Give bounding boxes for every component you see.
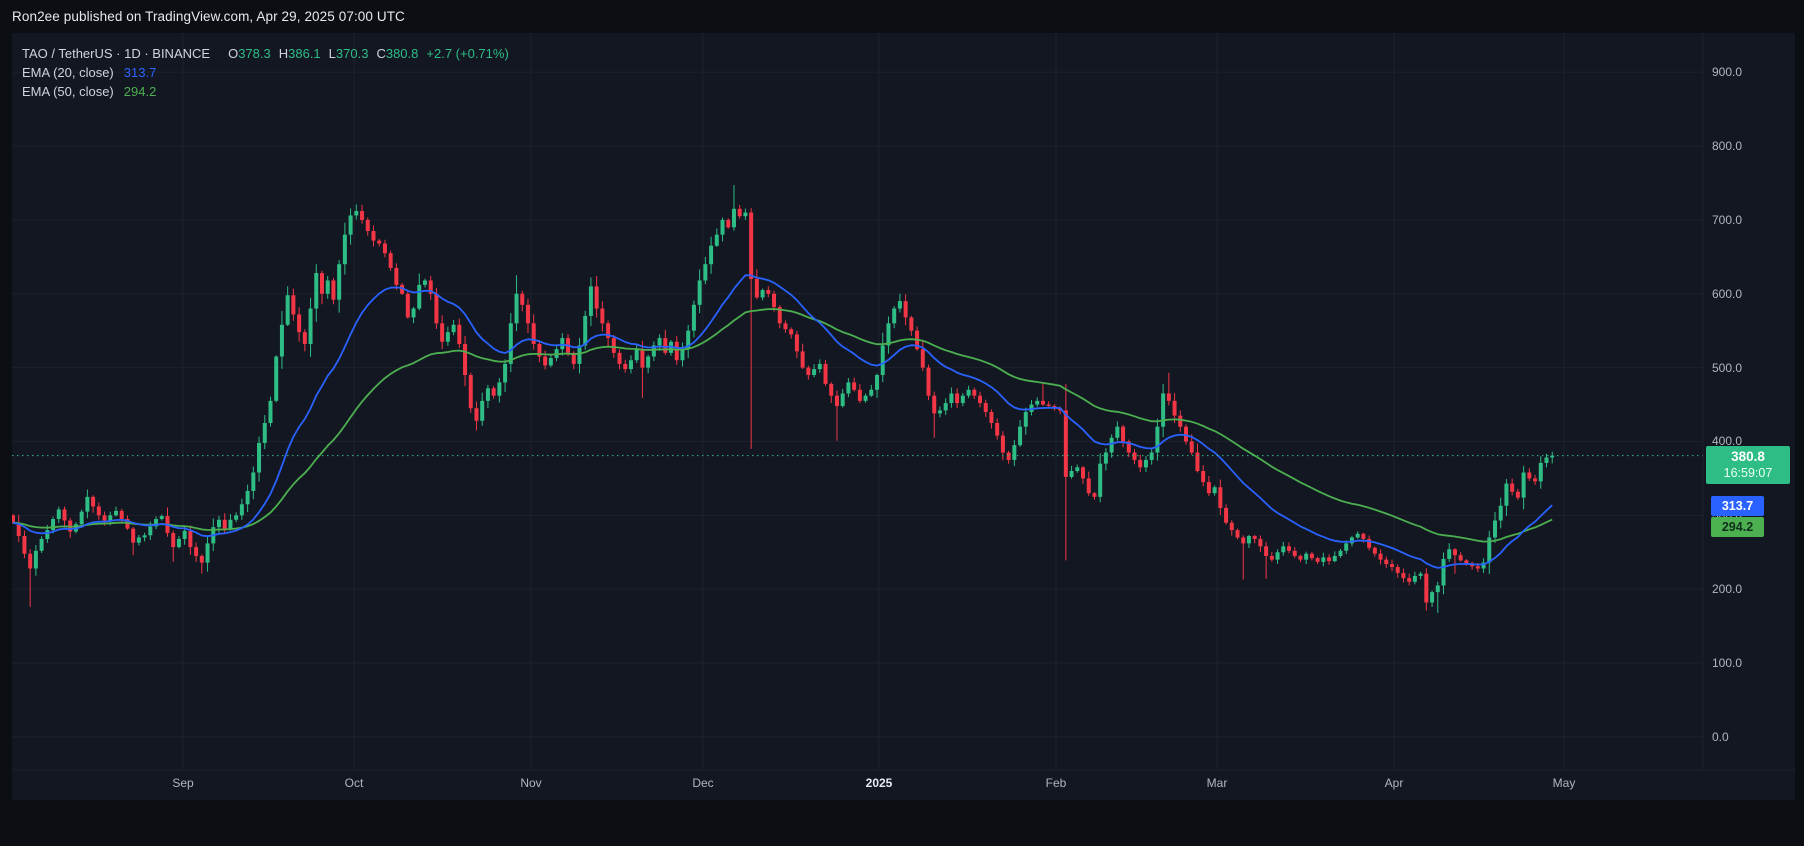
ohlc-open-key: O — [228, 46, 239, 61]
ohlc-high-value: 386.1 — [288, 46, 321, 61]
ema50-row[interactable]: EMA (50, close) 294.2 — [22, 84, 509, 103]
ema50-label: EMA (50, close) — [22, 84, 114, 99]
last-price-value: 380.8 — [1731, 449, 1765, 464]
last-price-label: 380.8 16:59:07 — [1706, 446, 1790, 484]
time-tick-label: 2025 — [865, 776, 893, 790]
ohlc-close-key: C — [376, 46, 386, 61]
price-tick-label: 900.0 — [1712, 65, 1743, 80]
chart-legend: TAO / TetherUS · 1D · BINANCE O378.3 H386.… — [22, 46, 509, 103]
symbol-title: TAO / TetherUS · 1D · BINANCE — [22, 46, 211, 61]
ohlc-low-value: 370.3 — [335, 46, 369, 61]
time-tick-label: Apr — [1384, 776, 1404, 790]
price-tick-label: 200.0 — [1712, 582, 1743, 597]
time-tick-label: Feb — [1045, 776, 1067, 790]
ema50-value: 294.2 — [123, 84, 157, 99]
time-tick-label: Dec — [692, 776, 714, 790]
time-tick-label: Nov — [520, 776, 542, 790]
ohlc-open-value: 378.3 — [238, 46, 271, 61]
change-value: +2.7 (+0.71%) — [426, 46, 509, 61]
time-tick-label: Mar — [1206, 776, 1228, 790]
price-chart[interactable] — [0, 0, 1804, 846]
ema50-axis-label: 294.2 — [1711, 517, 1764, 537]
price-tick-label: 600.0 — [1712, 286, 1743, 301]
price-tick-label: 800.0 — [1712, 139, 1743, 154]
ema20-row[interactable]: EMA (20, close) 313.7 — [22, 65, 509, 84]
time-tick-label: Oct — [344, 776, 364, 790]
price-tick-label: 0.0 — [1712, 729, 1729, 744]
symbol-row[interactable]: TAO / TetherUS · 1D · BINANCE O378.3 H386.… — [22, 46, 509, 65]
tradingview-published-chart: Ron2ee published on TradingView.com, Apr… — [0, 0, 1804, 846]
ohlc-high-key: H — [278, 46, 289, 61]
time-tick-label: May — [1552, 776, 1576, 790]
bar-countdown: 16:59:07 — [1723, 466, 1773, 480]
time-tick-label: Sep — [172, 776, 194, 790]
price-tick-label: 500.0 — [1712, 360, 1743, 375]
ema20-axis-label: 313.7 — [1711, 496, 1764, 516]
ema20-label: EMA (20, close) — [22, 65, 114, 80]
ema20-value: 313.7 — [123, 65, 157, 80]
price-tick-label: 100.0 — [1712, 656, 1743, 671]
price-tick-label: 700.0 — [1712, 212, 1743, 227]
ohlc-low-key: L — [328, 46, 336, 61]
ohlc-close-value: 380.8 — [385, 46, 419, 61]
